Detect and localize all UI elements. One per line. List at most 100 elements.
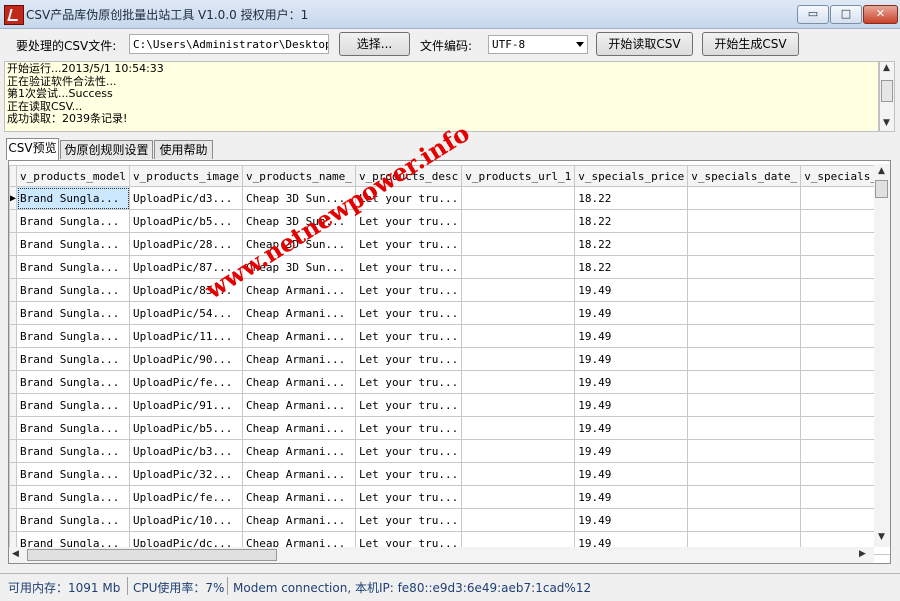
table-row[interactable]: Brand Sungla... UploadPic/87... Cheap 3D S… [9,255,890,279]
table-cell[interactable] [687,485,802,509]
table-cell[interactable]: Brand Sungla... [16,347,130,371]
table-cell[interactable]: Let your tru... [354,439,463,463]
start-generate-csv-button[interactable]: 开始生成CSV [702,32,799,56]
row-header[interactable] [9,301,18,325]
table-row[interactable]: Brand Sungla... UploadPic/fe... Cheap Arma… [9,370,890,394]
table-cell[interactable] [687,209,802,233]
table-cell[interactable]: Cheap Armani... [241,462,356,486]
log-scrollbar[interactable]: ▲ ▼ [879,61,895,132]
table-cell[interactable]: 19.49 [574,370,689,394]
table-cell[interactable]: Let your tru... [354,347,463,371]
table-cell[interactable]: Cheap Armani... [241,508,356,532]
table-cell[interactable]: Brand Sungla... [16,485,130,509]
table-cell[interactable] [687,324,802,348]
table-cell[interactable] [461,324,576,348]
grid-horizontal-scrollbar[interactable]: ◀ ▶ [9,547,874,563]
row-header[interactable] [9,485,18,509]
column-header[interactable]: v_products_name_ [241,165,356,187]
table-cell[interactable]: Brand Sungla... [16,209,130,233]
table-cell[interactable]: Let your tru... [354,416,463,440]
column-header[interactable]: v_specials_date_ [687,165,802,187]
table-cell[interactable] [687,347,802,371]
row-header[interactable] [9,370,18,394]
csv-data-grid[interactable]: v_products_model v_products_image v_produc… [8,160,891,564]
table-cell[interactable] [461,209,576,233]
tab-help[interactable]: 使用帮助 [154,140,213,159]
table-cell[interactable] [687,232,802,256]
table-cell[interactable]: Brand Sungla... [16,301,130,325]
maximize-button[interactable]: □ [830,5,862,24]
row-header[interactable] [9,278,18,302]
column-header[interactable]: v_products_url_1 [461,165,576,187]
column-header[interactable]: v_specials_price [574,165,689,187]
table-row[interactable]: Brand Sungla... UploadPic/32... Cheap Arma… [9,462,890,486]
table-cell[interactable]: 19.49 [574,393,689,417]
tab-csv-preview[interactable]: CSV预览 [6,138,59,160]
table-cell[interactable]: Brand Sungla... [16,370,130,394]
scroll-up-icon[interactable]: ▲ [883,63,890,73]
scroll-down-icon[interactable]: ▼ [878,532,885,542]
table-cell[interactable] [461,232,576,256]
table-cell[interactable] [687,508,802,532]
table-cell[interactable] [687,416,802,440]
table-row[interactable]: Brand Sungla... UploadPic/b3... Cheap Arma… [9,439,890,463]
table-cell[interactable]: Cheap Armani... [241,485,356,509]
table-cell[interactable] [687,370,802,394]
close-button[interactable]: ✕ [863,5,898,24]
table-row[interactable]: Brand Sungla... UploadPic/10... Cheap Arma… [9,508,890,532]
minimize-button[interactable]: ▭ [797,5,829,24]
row-header[interactable] [9,232,18,256]
row-header[interactable] [9,439,18,463]
column-header[interactable]: v_products_model [16,165,130,187]
table-cell[interactable] [687,462,802,486]
table-cell[interactable]: Let your tru... [354,462,463,486]
table-cell[interactable] [461,255,576,279]
table-cell[interactable]: UploadPic/b5... [129,416,243,440]
table-cell[interactable]: Brand Sungla... [16,232,130,256]
table-row[interactable]: Brand Sungla... UploadPic/b5... Cheap 3D S… [9,209,890,233]
table-cell[interactable]: Let your tru... [354,278,463,302]
table-cell[interactable]: Let your tru... [354,370,463,394]
table-cell[interactable] [687,393,802,417]
row-header[interactable] [9,508,18,532]
table-cell[interactable]: Brand Sungla... [16,462,130,486]
table-cell[interactable]: Cheap Armani... [241,393,356,417]
row-header[interactable] [9,209,18,233]
table-cell[interactable]: 19.49 [574,324,689,348]
table-cell[interactable]: UploadPic/d3... [129,186,243,210]
table-cell[interactable]: Brand Sungla... [16,255,130,279]
table-cell[interactable]: Let your tru... [354,255,463,279]
table-cell[interactable]: Cheap Armani... [241,370,356,394]
grid-corner[interactable] [9,165,18,187]
scroll-thumb[interactable] [881,80,893,102]
table-row[interactable]: Brand Sungla... UploadPic/54... Cheap Arma… [9,301,890,325]
scroll-up-icon[interactable]: ▲ [878,166,885,176]
table-cell[interactable]: Brand Sungla... [16,324,130,348]
table-cell[interactable] [461,370,576,394]
row-header[interactable] [9,347,18,371]
table-cell[interactable]: Cheap Armani... [241,324,356,348]
table-cell[interactable] [687,278,802,302]
log-output[interactable]: 开始运行...2013/5/1 10:54:33 正在验证软件合法性... 第1… [4,61,879,132]
table-cell[interactable]: UploadPic/54... [129,301,243,325]
table-cell[interactable]: UploadPic/91... [129,393,243,417]
table-cell[interactable]: Let your tru... [354,393,463,417]
table-row[interactable]: Brand Sungla... UploadPic/83... Cheap Arma… [9,278,890,302]
scroll-thumb[interactable] [875,180,888,198]
table-cell[interactable]: UploadPic/11... [129,324,243,348]
encoding-select[interactable]: UTF-8 [488,35,588,54]
table-row[interactable]: Brand Sungla... UploadPic/28... Cheap 3D S… [9,232,890,256]
table-cell[interactable]: UploadPic/b3... [129,439,243,463]
table-cell[interactable] [687,255,802,279]
table-cell[interactable]: Cheap Armani... [241,416,356,440]
table-cell[interactable]: Brand Sungla... [16,416,130,440]
table-row[interactable]: Brand Sungla... UploadPic/90... Cheap Arma… [9,347,890,371]
table-cell[interactable]: Brand Sungla... [16,393,130,417]
table-cell[interactable]: UploadPic/fe... [129,485,243,509]
table-cell[interactable]: 19.49 [574,301,689,325]
row-header[interactable] [9,393,18,417]
table-cell[interactable] [461,278,576,302]
browse-button[interactable]: 选择... [339,32,410,56]
table-cell[interactable]: Cheap Armani... [241,301,356,325]
scroll-left-icon[interactable]: ◀ [12,549,19,559]
